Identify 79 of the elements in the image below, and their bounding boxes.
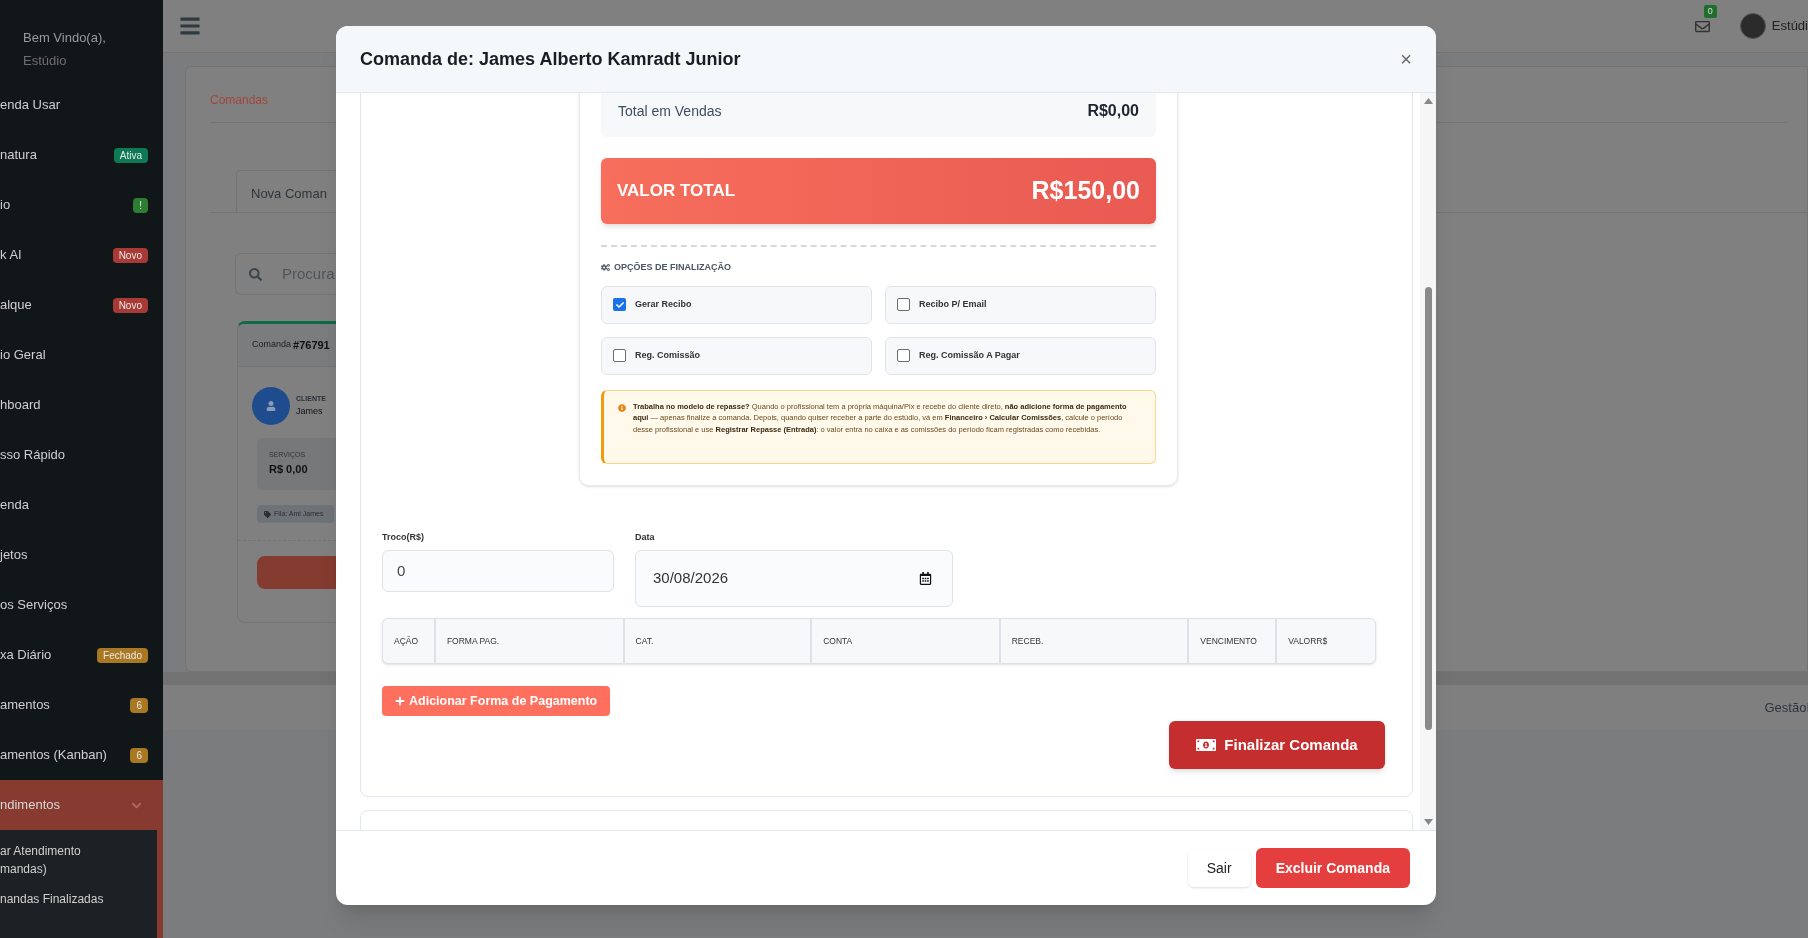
column-header: VALORR$ (1287, 634, 1329, 648)
order-number: #76791 (293, 337, 330, 353)
option-label: Reg. Comissão A Pagar (919, 348, 1020, 362)
client-name: James (296, 404, 324, 418)
badge: Fechado (97, 647, 148, 663)
sidebar-item[interactable]: ndimentos (0, 780, 163, 830)
avatar-icon (252, 387, 290, 425)
search-icon (249, 267, 262, 281)
checkbox[interactable] (613, 349, 626, 362)
option-card[interactable]: Reg. Comissão (601, 336, 872, 375)
order-label: Comanda (252, 338, 292, 352)
date-field[interactable]: 30/08/2026 (635, 550, 953, 607)
sidebar-item[interactable]: enda Usar (0, 80, 163, 130)
menu-icon[interactable] (179, 15, 201, 37)
sidebar-item[interactable]: alque Novo (0, 280, 163, 330)
column-header: RECEB. (1000, 619, 1190, 663)
sidebar-item[interactable]: io ! (0, 180, 163, 230)
total-label: VALOR TOTAL (617, 180, 736, 203)
option-label: Reg. Comissão (635, 348, 701, 362)
sidebar-item[interactable]: amentos 6 (0, 680, 163, 730)
options-title: OPÇÕES DE FINALIZAÇÃO (614, 261, 731, 274)
sidebar-item[interactable]: sso Rápido (0, 430, 163, 480)
checkbox[interactable] (613, 298, 626, 311)
sidebar-item[interactable]: natura Ativa (0, 130, 163, 180)
finish-button[interactable]: Finalizar Comanda (1169, 721, 1385, 769)
total-value: R$150,00 (1031, 175, 1140, 207)
scrollbar[interactable] (1420, 93, 1436, 830)
calendar-icon[interactable] (919, 572, 932, 585)
change-field[interactable]: 0 (382, 550, 614, 592)
avatar[interactable] (1739, 13, 1766, 39)
column-header: VENCIMENTO (1189, 619, 1278, 663)
column-header: FORMA PAG. (435, 619, 625, 663)
option-card[interactable]: Recibo P/ Email (885, 285, 1156, 324)
sidebar-item[interactable]: xa Diário Fechado (0, 630, 163, 680)
total-sales-label: Total em Vendas (618, 101, 722, 121)
modal-title: Comanda de: James Alberto Kamradt Junior (360, 47, 741, 71)
mail-count: 0 (1703, 4, 1717, 18)
scroll-down-icon[interactable] (1423, 819, 1433, 825)
info-icon (618, 403, 626, 412)
plus-icon (395, 696, 405, 706)
sidebar-item[interactable]: k AI Novo (0, 230, 163, 280)
checkbox[interactable] (897, 349, 910, 362)
badge: Novo (112, 247, 148, 263)
sidebar-item[interactable]: io Geral (0, 330, 163, 380)
delete-button[interactable]: Excluir Comanda (1255, 848, 1410, 888)
greeting: Bem Vindo(a), (23, 29, 107, 47)
total-sales-value: R$0,00 (1087, 101, 1139, 121)
field-label: Data (635, 530, 656, 544)
settings-icon (601, 263, 610, 273)
user-name: Estúdio (23, 51, 68, 70)
footer-text: GestãoI (1764, 698, 1808, 717)
sidebar-item[interactable]: jetos (0, 530, 163, 580)
sidebar-item[interactable]: os Serviços (0, 580, 163, 630)
close-button[interactable]: × (1400, 49, 1412, 69)
checkbox[interactable] (897, 298, 910, 311)
option-label: Recibo P/ Email (919, 297, 987, 311)
badge: Novo (112, 297, 148, 313)
option-label: Gerar Recibo (635, 297, 692, 311)
check-icon (615, 300, 624, 309)
option-card[interactable]: Gerar Recibo (601, 285, 872, 324)
badge: Ativa (113, 147, 148, 163)
submenu-item[interactable]: ar Atendimento mandas) (0, 836, 157, 884)
badge: 6 (130, 697, 148, 713)
exit-button[interactable]: Sair (1187, 849, 1251, 887)
column-header: CAT. (624, 619, 813, 663)
scroll-up-icon[interactable] (1423, 98, 1433, 104)
sidebar-item[interactable]: amentos (Kanban) 6 (0, 730, 163, 780)
field-label: Troco(R$) (382, 530, 425, 544)
option-card[interactable]: Reg. Comissão A Pagar (885, 336, 1156, 375)
sidebar-item[interactable]: hboard (0, 380, 163, 430)
mail-icon[interactable] (1694, 18, 1710, 34)
column-header: AÇÃO (383, 619, 436, 663)
badge: ! (133, 197, 148, 213)
user-name[interactable]: Estúdi (1771, 16, 1808, 36)
sidebar-item[interactable]: enda (0, 480, 163, 530)
tag-icon (264, 510, 271, 518)
column-header: CONTA (812, 619, 1001, 663)
submenu-item[interactable]: nandas Finalizadas (0, 884, 157, 914)
badge: 6 (130, 747, 148, 763)
